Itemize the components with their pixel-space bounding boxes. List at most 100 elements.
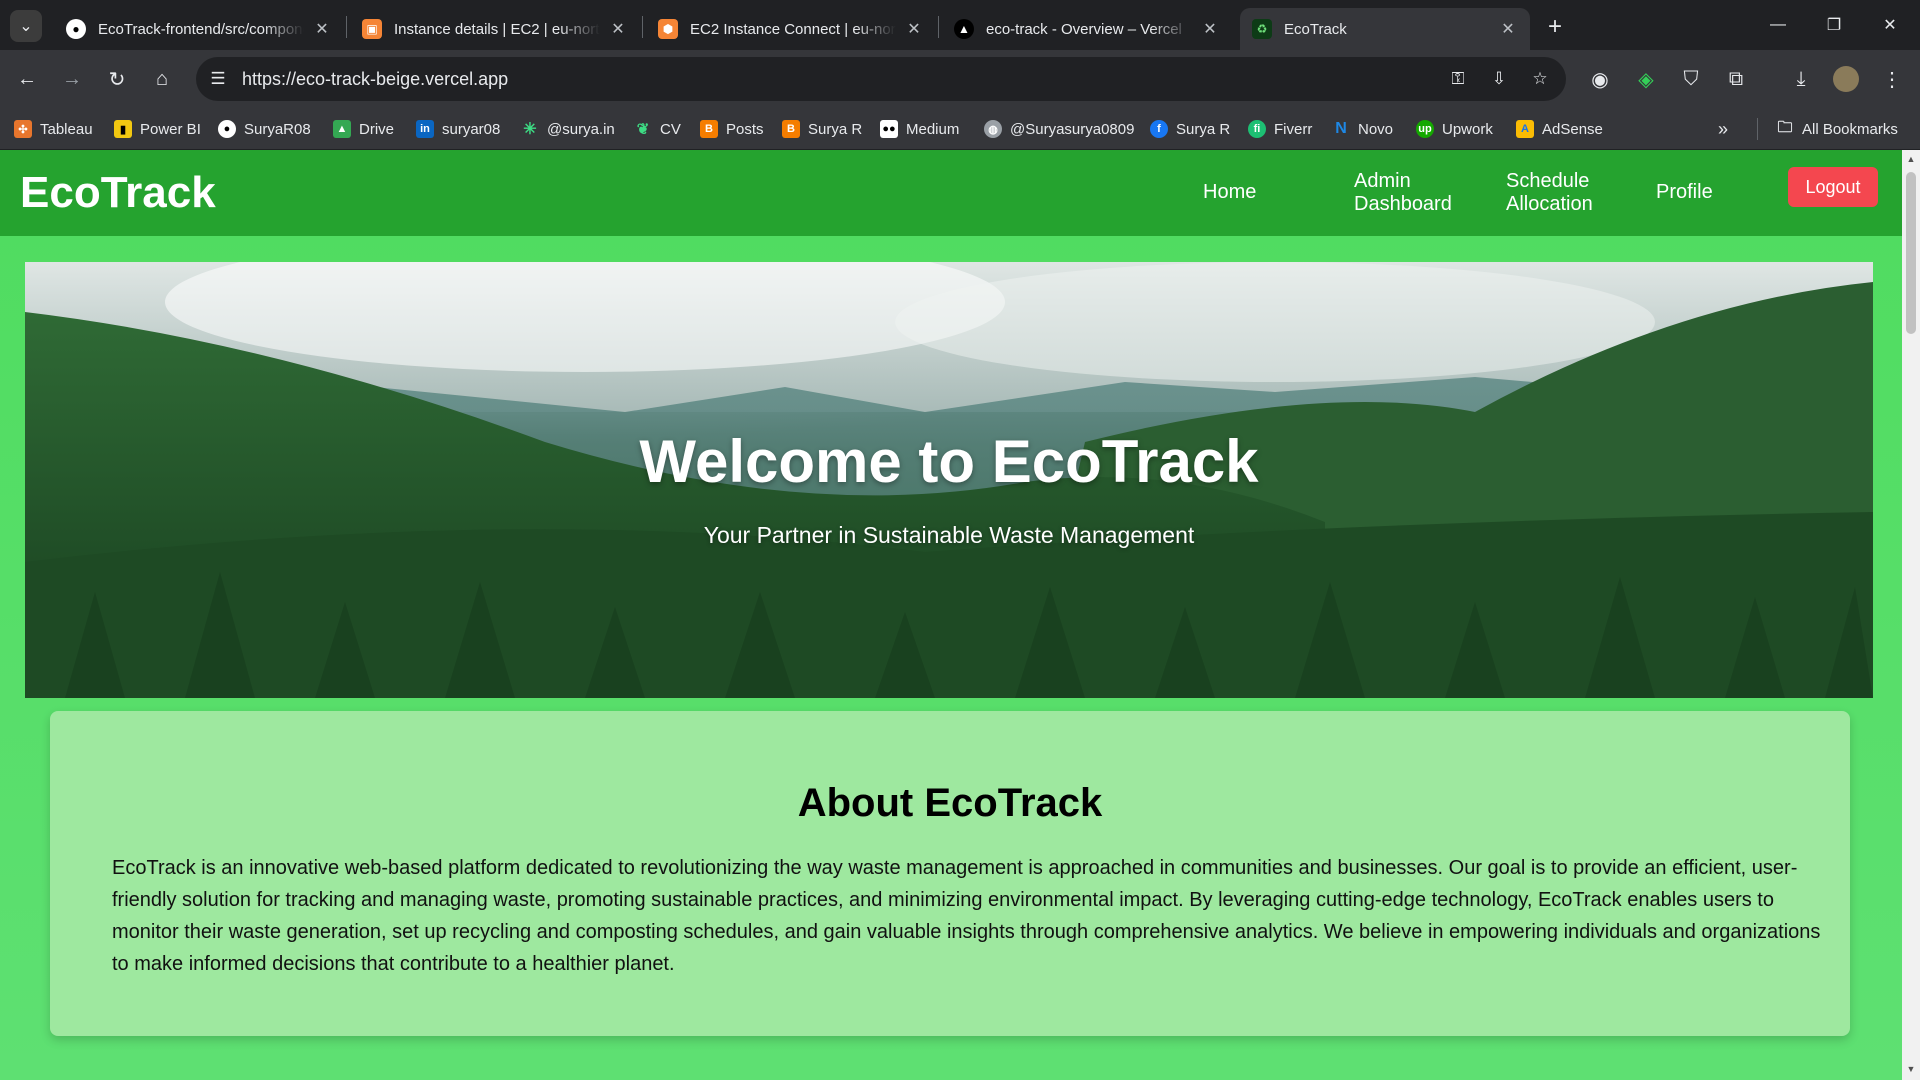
url-text[interactable]: https://eco-track-beige.vercel.app	[242, 69, 508, 90]
bookmark-star-icon[interactable]: ☆	[1524, 63, 1556, 95]
all-bookmarks[interactable]: 🗀 All Bookmarks	[1776, 116, 1897, 142]
tab-title: EcoTrack	[1284, 20, 1347, 38]
vpn-extension-icon[interactable]: ◈	[1629, 62, 1663, 96]
nav-profile[interactable]: Profile	[1656, 181, 1713, 204]
menu-kebab-icon[interactable]: ⋮	[1875, 62, 1909, 96]
bookmark-tableau[interactable]: ✣ Tableau	[14, 116, 93, 142]
about-card: About EcoTrack EcoTrack is an innovative…	[50, 711, 1850, 1036]
upwork-icon: up	[1416, 120, 1434, 138]
blogger-icon: B	[782, 120, 800, 138]
forward-icon[interactable]: →	[55, 62, 89, 96]
page-scrollbar[interactable]: ▲ ▼	[1902, 150, 1920, 1080]
bookmark-label: @Suryasurya0809	[1010, 120, 1135, 138]
scrollbar-thumb[interactable]	[1906, 172, 1916, 334]
tab-search-icon[interactable]: ⌄	[10, 10, 42, 42]
bookmark-fiverr[interactable]: fi Fiverr	[1248, 116, 1312, 142]
hero-banner: Welcome to EcoTrack Your Partner in Sust…	[25, 262, 1873, 698]
tab-ec2-instance[interactable]: ▣ Instance details | EC2 | eu-north-1 ✕	[350, 8, 640, 50]
download-icon[interactable]: ⤓	[1784, 62, 1818, 96]
nav-label-line: Admin	[1354, 170, 1411, 192]
close-icon[interactable]: ✕	[904, 19, 924, 39]
bookmark-suryasurya[interactable]: ◍ @Suryasurya0809	[984, 116, 1134, 142]
about-body: EcoTrack is an innovative web-based plat…	[112, 857, 1821, 975]
restore-icon[interactable]: ❐	[1806, 0, 1862, 50]
bookmark-linkedin[interactable]: in suryar08	[416, 116, 500, 142]
folder-icon: 🗀	[1777, 118, 1793, 136]
minimize-icon[interactable]: —	[1750, 0, 1806, 50]
nav-label-line: Dashboard	[1354, 193, 1452, 215]
shield-icon[interactable]: ⛉	[1674, 62, 1708, 96]
bookmark-posts[interactable]: B Posts	[700, 116, 764, 142]
facebook-icon: f	[1150, 120, 1168, 138]
tab-separator	[642, 16, 643, 38]
bookmark-label: Surya R	[808, 120, 863, 138]
bookmark-label: Tableau	[40, 120, 93, 138]
novo-icon: N	[1335, 120, 1347, 137]
medium-icon: ●●	[880, 120, 898, 138]
linkedin-icon: in	[416, 120, 434, 138]
avatar[interactable]	[1829, 62, 1863, 96]
more-bookmarks-icon[interactable]: »	[1718, 116, 1728, 142]
globe-icon: ◍	[984, 120, 1002, 138]
close-icon[interactable]: ✕	[312, 19, 332, 39]
tab-ecotrack[interactable]: ♻ EcoTrack ✕	[1240, 8, 1530, 50]
tab-github[interactable]: ● EcoTrack-frontend/src/components ✕	[54, 8, 344, 50]
password-key-icon[interactable]: ⚿	[1442, 63, 1474, 95]
bookmark-label: Medium	[906, 120, 960, 138]
bookmark-label: Posts	[726, 120, 764, 138]
close-icon[interactable]: ✕	[1200, 19, 1220, 39]
logout-button[interactable]: Logout	[1788, 167, 1878, 207]
bookmark-cv[interactable]: ❦ CV	[634, 116, 681, 142]
bookmark-facebook[interactable]: f Surya R	[1150, 116, 1230, 142]
tab-title: EcoTrack-frontend/src/components	[98, 20, 304, 38]
browser-toolbar: ← → ↻ ⌂ ☰ https://eco-track-beige.vercel…	[0, 50, 1920, 108]
bookmark-label: Power BI	[140, 120, 201, 138]
close-window-icon[interactable]: ✕	[1862, 0, 1918, 50]
about-heading: About EcoTrack	[797, 781, 1103, 825]
nav-label-line: Allocation	[1506, 193, 1593, 215]
home-icon[interactable]: ⌂	[145, 62, 179, 96]
hero-title: Welcome to EcoTrack	[639, 428, 1259, 495]
bookmark-surya-in[interactable]: ✳ @surya.in	[521, 116, 614, 142]
bookmark-surya-r-blog[interactable]: B Surya R	[782, 116, 862, 142]
site-brand[interactable]: EcoTrack	[20, 168, 216, 218]
bookmark-drive[interactable]: ▲ Drive	[333, 116, 394, 142]
close-icon[interactable]: ✕	[608, 19, 628, 39]
bookmark-label: suryar08	[442, 120, 501, 138]
bookmark-medium[interactable]: ●● Medium	[880, 116, 959, 142]
bookmark-powerbi[interactable]: ▮ Power BI	[114, 116, 201, 142]
address-bar[interactable]: ☰ https://eco-track-beige.vercel.app ⚿ ⇩…	[196, 57, 1566, 101]
extensions-puzzle-icon[interactable]: ⧉	[1719, 62, 1753, 96]
bookmark-upwork[interactable]: up Upwork	[1416, 116, 1493, 142]
reload-icon[interactable]: ↻	[100, 62, 134, 96]
install-app-icon[interactable]: ⇩	[1483, 63, 1515, 95]
bookmark-label: SuryaR08	[244, 120, 311, 138]
scroll-down-icon[interactable]: ▼	[1906, 1064, 1916, 1074]
bookmark-novo[interactable]: N Novo	[1332, 116, 1393, 142]
github-icon: ●	[66, 19, 86, 39]
powerbi-icon: ▮	[114, 120, 132, 138]
tab-vercel[interactable]: ▲ eco-track - Overview – Vercel ✕	[942, 8, 1232, 50]
nav-schedule-allocation[interactable]: Schedule Allocation	[1506, 170, 1593, 216]
tab-separator	[346, 16, 347, 38]
bookmark-adsense[interactable]: A AdSense	[1516, 116, 1603, 142]
nav-admin-dashboard[interactable]: Admin Dashboard	[1354, 170, 1452, 216]
aws-icon: ▣	[362, 19, 382, 39]
bookmark-github[interactable]: ● SuryaR08	[218, 116, 311, 142]
aws-icon: ⬢	[658, 19, 678, 39]
bookmark-label: Surya R	[1176, 120, 1231, 138]
tab-title: Instance details | EC2 | eu-north-1	[394, 20, 600, 38]
tab-strip: ⌄ ● EcoTrack-frontend/src/components ✕ ▣…	[0, 0, 1920, 50]
site-info-icon[interactable]: ☰	[202, 63, 234, 95]
bookmark-divider	[1757, 118, 1758, 140]
tab-separator	[938, 16, 939, 38]
scroll-up-icon[interactable]: ▲	[1906, 154, 1916, 164]
extension-icon[interactable]: ◉	[1583, 62, 1617, 96]
new-tab-icon[interactable]: +	[1540, 12, 1570, 42]
back-icon[interactable]: ←	[10, 62, 44, 96]
tab-ec2-connect[interactable]: ⬢ EC2 Instance Connect | eu-north-1 ✕	[646, 8, 936, 50]
nav-home[interactable]: Home	[1203, 181, 1256, 204]
bookmark-label: Upwork	[1442, 120, 1493, 138]
close-icon[interactable]: ✕	[1498, 19, 1518, 39]
tab-title: EC2 Instance Connect | eu-north-1	[690, 20, 896, 38]
